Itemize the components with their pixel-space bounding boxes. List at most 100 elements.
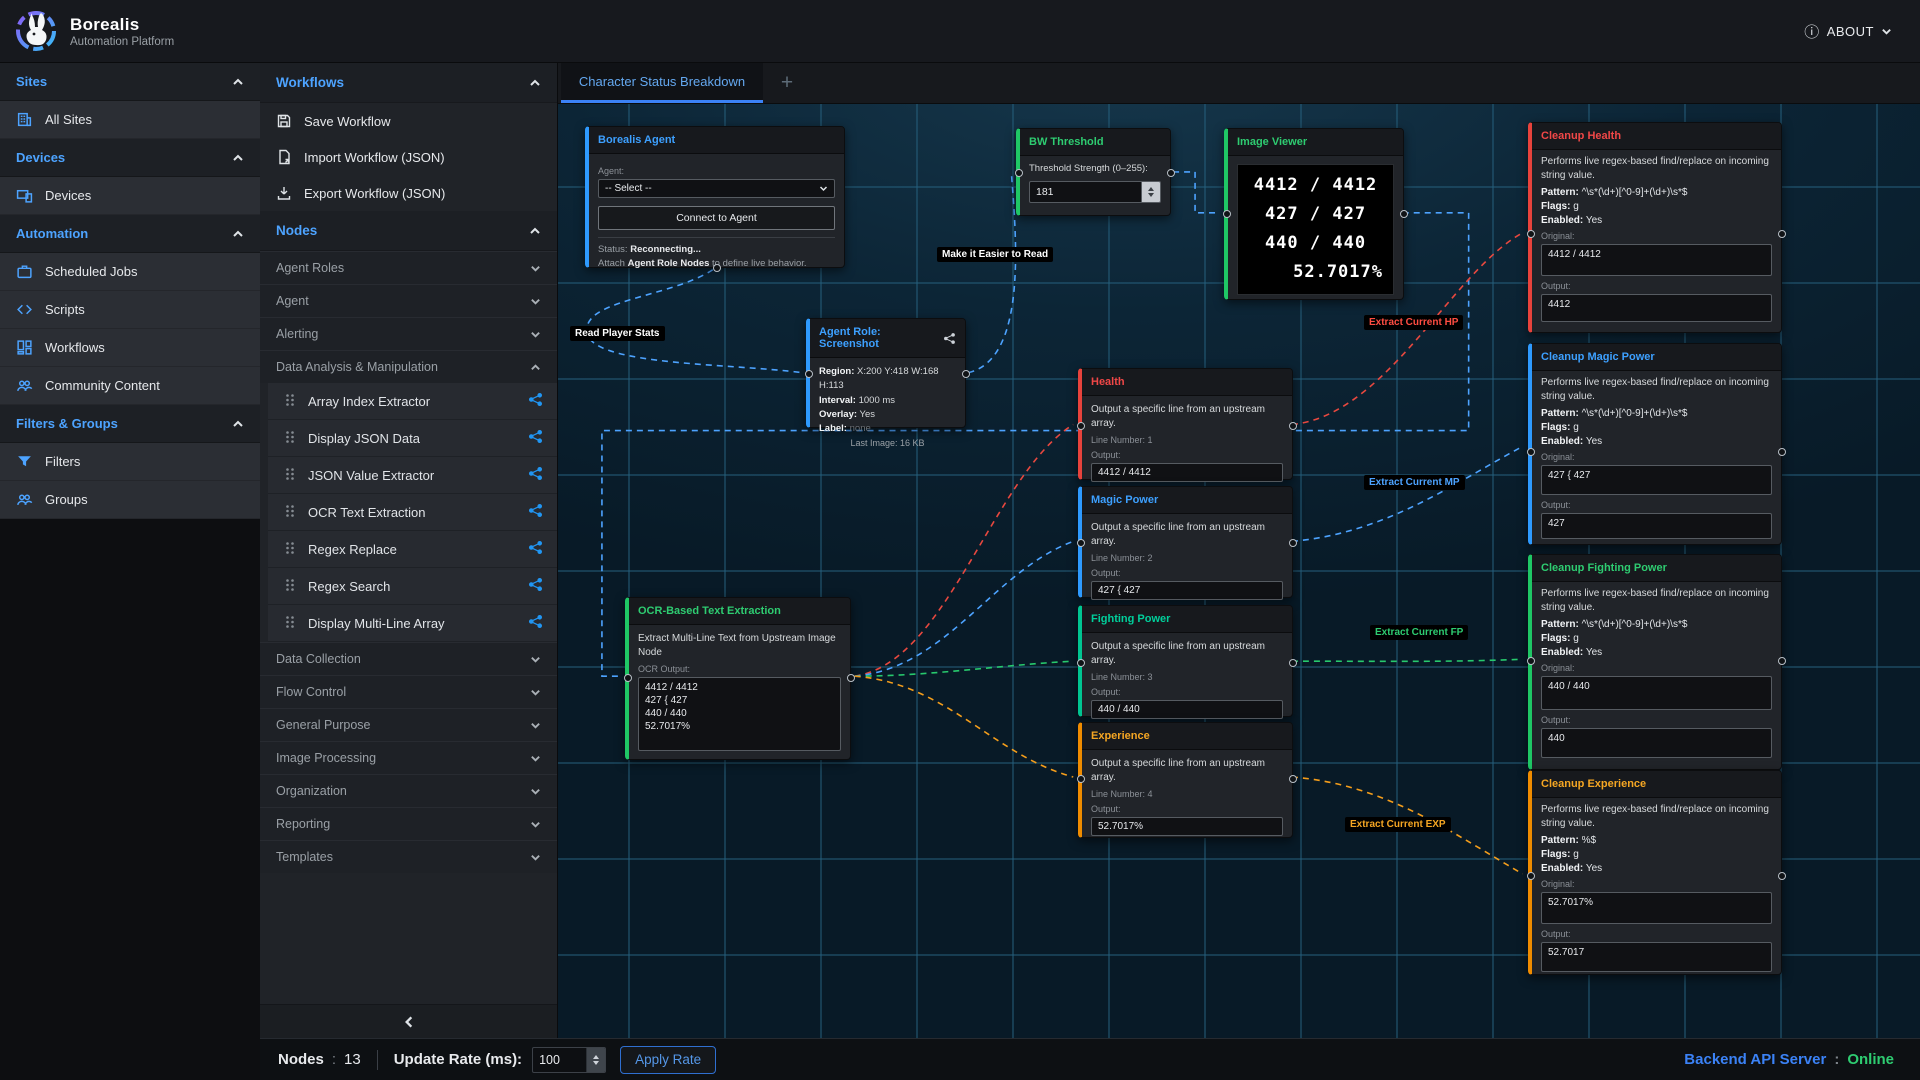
number-stepper[interactable] [586,1048,605,1072]
category-alerting[interactable]: Alerting [260,317,557,350]
output-input[interactable] [1091,700,1283,719]
port-left[interactable] [624,674,632,682]
node-item-json-value-extractor[interactable]: JSON Value Extractor [268,457,557,494]
ocr-output-textarea[interactable]: 4412 / 4412 427 { 427 440 / 440 52.7017% [638,677,841,751]
port-right[interactable] [1400,210,1408,218]
node-ocr-text-extraction[interactable]: OCR-Based Text Extraction Extract Multi-… [625,597,851,760]
category-general-purpose[interactable]: General Purpose [260,708,557,741]
port-left[interactable] [1527,448,1535,456]
save-workflow-button[interactable]: Save Workflow [260,103,557,139]
drag-handle-icon[interactable] [284,504,296,521]
agent-select[interactable]: -- Select -- [598,179,835,198]
port-left[interactable] [1527,657,1535,665]
sidebar-item-all-sites[interactable]: All Sites [0,101,260,139]
add-tab-button[interactable]: + [763,63,811,103]
original-textarea[interactable]: 52.7017% [1541,892,1772,924]
share-icon[interactable] [528,392,543,410]
drag-handle-icon[interactable] [284,430,296,447]
original-textarea[interactable]: 427 { 427 [1541,465,1772,495]
share-icon[interactable] [528,466,543,484]
category-data-analysis[interactable]: Data Analysis & Manipulation [260,350,557,383]
workflow-canvas[interactable]: Read Player Stats Make it Easier to Read… [558,104,1920,1038]
category-agent-roles[interactable]: Agent Roles [260,251,557,284]
share-icon[interactable] [528,614,543,632]
output-textarea[interactable]: 427 [1541,513,1772,539]
nav-section-sites[interactable]: Sites [0,63,260,101]
port-left[interactable] [1077,775,1085,783]
nodes-panel-header[interactable]: Nodes [260,211,557,251]
node-cleanup-health[interactable]: Cleanup Health Performs live regex-based… [1528,122,1782,333]
sidebar-item-devices[interactable]: Devices [0,177,260,215]
share-icon[interactable] [528,503,543,521]
collapse-panel-button[interactable] [260,1004,557,1038]
node-item-display-json-data[interactable]: Display JSON Data [268,420,557,457]
node-cleanup-magic-power[interactable]: Cleanup Magic Power Performs live regex-… [1528,343,1782,545]
sidebar-item-groups[interactable]: Groups [0,481,260,519]
about-menu[interactable]: ⓘ ABOUT [1804,21,1892,42]
node-image-viewer[interactable]: Image Viewer 4412 / 4412 427 / 427 440 /… [1224,128,1404,300]
drag-handle-icon[interactable] [284,541,296,558]
share-icon[interactable] [528,540,543,558]
port-left[interactable] [805,370,813,378]
category-image-processing[interactable]: Image Processing [260,741,557,774]
port-right[interactable] [847,674,855,682]
node-health[interactable]: Health Output a specific line from an up… [1078,368,1293,480]
connect-to-agent-button[interactable]: Connect to Agent [598,206,835,230]
node-item-array-index-extractor[interactable]: Array Index Extractor [268,383,557,420]
sidebar-item-scripts[interactable]: Scripts [0,291,260,329]
update-rate-input[interactable] [533,1048,586,1072]
node-item-display-multi-line-array[interactable]: Display Multi-Line Array [268,605,557,642]
import-workflow-button[interactable]: Import Workflow (JSON) [260,139,557,175]
port-right[interactable] [1289,539,1297,547]
share-icon[interactable] [528,577,543,595]
sidebar-item-workflows[interactable]: Workflows [0,329,260,367]
category-data-collection[interactable]: Data Collection [260,642,557,675]
original-textarea[interactable]: 4412 / 4412 [1541,244,1772,276]
port-left[interactable] [1527,230,1535,238]
node-bw-threshold[interactable]: BW Threshold Threshold Strength (0–255): [1016,128,1171,216]
nav-section-filters-groups[interactable]: Filters & Groups [0,405,260,443]
output-textarea[interactable]: 440 [1541,728,1772,758]
port-right[interactable] [962,370,970,378]
node-cleanup-experience[interactable]: Cleanup Experience Performs live regex-b… [1528,770,1782,975]
node-magic-power[interactable]: Magic Power Output a specific line from … [1078,486,1293,598]
nav-section-automation[interactable]: Automation [0,215,260,253]
export-workflow-button[interactable]: Export Workflow (JSON) [260,175,557,211]
sidebar-item-filters[interactable]: Filters [0,443,260,481]
apply-rate-button[interactable]: Apply Rate [620,1046,716,1074]
share-icon[interactable] [528,429,543,447]
sidebar-item-community-content[interactable]: Community Content [0,367,260,405]
port-right[interactable] [1289,422,1297,430]
port-left[interactable] [1077,422,1085,430]
node-agent-role-screenshot[interactable]: Agent Role: Screenshot Region: X:200 Y:4… [806,318,966,428]
nav-section-devices[interactable]: Devices [0,139,260,177]
output-input[interactable] [1091,581,1283,600]
port-right[interactable] [1778,657,1786,665]
node-fighting-power[interactable]: Fighting Power Output a specific line fr… [1078,605,1293,717]
node-item-regex-replace[interactable]: Regex Replace [268,531,557,568]
category-agent[interactable]: Agent [260,284,557,317]
port-left[interactable] [1223,210,1231,218]
node-experience[interactable]: Experience Output a specific line from a… [1078,722,1293,838]
drag-handle-icon[interactable] [284,578,296,595]
node-cleanup-fighting-power[interactable]: Cleanup Fighting Power Performs live reg… [1528,554,1782,770]
output-textarea[interactable]: 4412 [1541,294,1772,322]
port-right[interactable] [1778,872,1786,880]
original-textarea[interactable]: 440 / 440 [1541,676,1772,710]
port-left[interactable] [1015,169,1023,177]
category-templates[interactable]: Templates [260,840,557,873]
threshold-input[interactable] [1030,182,1141,202]
port-right[interactable] [1289,659,1297,667]
tab-character-status-breakdown[interactable]: Character Status Breakdown [561,63,763,103]
port-left[interactable] [1077,659,1085,667]
output-input[interactable] [1091,463,1283,482]
port-left[interactable] [1527,872,1535,880]
workflows-panel-header[interactable]: Workflows [260,63,557,103]
number-stepper[interactable] [1141,182,1160,202]
drag-handle-icon[interactable] [284,615,296,632]
output-textarea[interactable]: 52.7017 [1541,942,1772,972]
port-left[interactable] [1077,539,1085,547]
drag-handle-icon[interactable] [284,467,296,484]
category-organization[interactable]: Organization [260,774,557,807]
output-input[interactable] [1091,817,1283,836]
